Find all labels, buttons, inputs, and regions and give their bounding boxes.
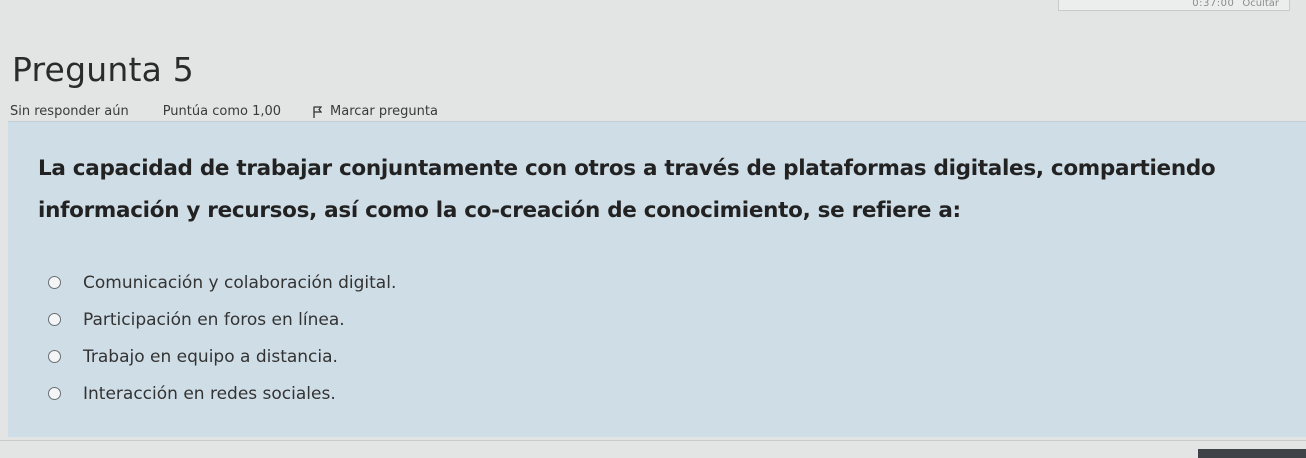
question-content-panel: La capacidad de trabajar conjuntamente c…	[8, 121, 1306, 437]
hide-timer-button[interactable]: Ocultar	[1242, 0, 1279, 9]
answer-label: Participación en foros en línea.	[83, 309, 345, 330]
flag-question-link[interactable]: Marcar pregunta	[313, 104, 438, 119]
question-text: La capacidad de trabajar conjuntamente c…	[38, 156, 1216, 223]
radio-button[interactable]	[48, 387, 61, 400]
flag-label: Marcar pregunta	[330, 104, 438, 119]
answer-option[interactable]: Interacción en redes sociales.	[48, 375, 396, 412]
answer-label: Trabajo en equipo a distancia.	[83, 346, 338, 367]
answer-option[interactable]: Comunicación y colaboración digital.	[48, 264, 396, 301]
question-title: Pregunta 5	[12, 50, 194, 89]
answer-options: Comunicación y colaboración digital. Par…	[48, 264, 396, 412]
answer-option[interactable]: Trabajo en equipo a distancia.	[48, 338, 396, 375]
bottom-corner-bar	[1198, 449, 1306, 458]
radio-button[interactable]	[48, 276, 61, 289]
timer-bar: 0:37:00 Ocultar	[1058, 0, 1290, 11]
question-info: Sin responder aún Puntúa como 1,00 Marca…	[10, 104, 438, 119]
flag-icon	[313, 105, 323, 118]
answer-option[interactable]: Participación en foros en línea.	[48, 301, 396, 338]
radio-button[interactable]	[48, 313, 61, 326]
radio-button[interactable]	[48, 350, 61, 363]
divider	[0, 440, 1306, 441]
timer-text: 0:37:00	[1192, 0, 1235, 9]
answer-status: Sin responder aún	[10, 104, 129, 119]
answer-label: Interacción en redes sociales.	[83, 383, 336, 404]
grade-info: Puntúa como 1,00	[162, 104, 282, 119]
answer-label: Comunicación y colaboración digital.	[83, 272, 397, 293]
